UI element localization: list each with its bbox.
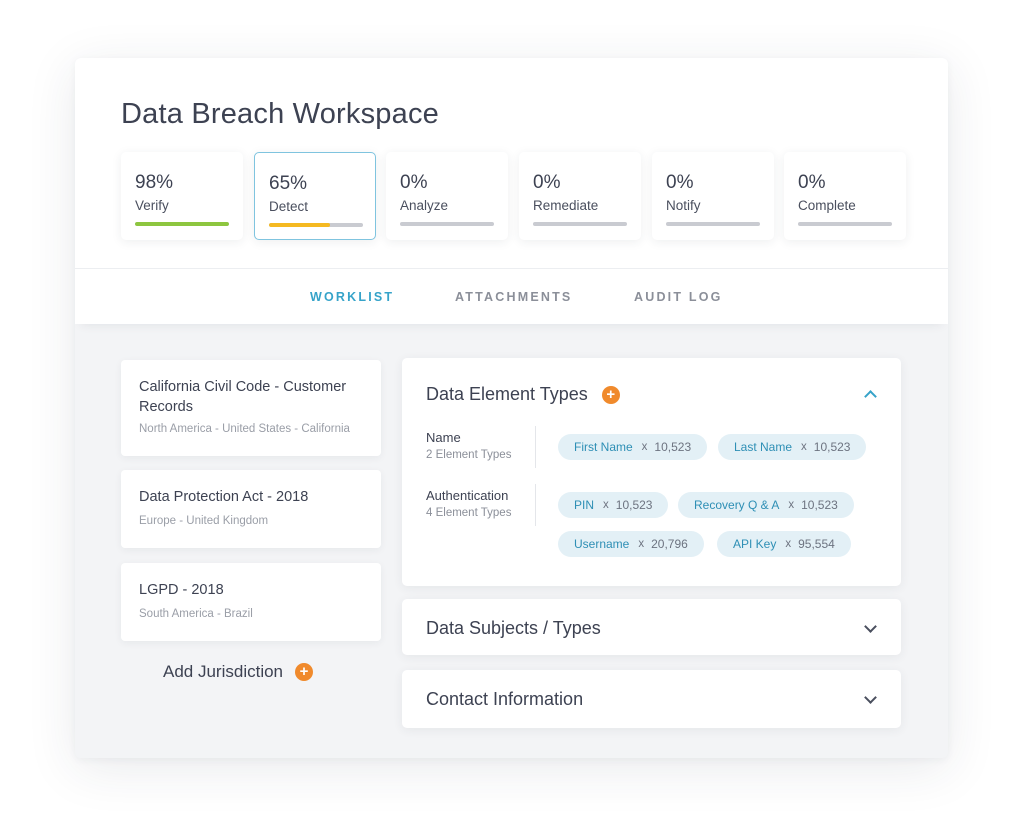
panel-title: Data Element Types bbox=[426, 384, 588, 404]
panel-header-data-element-types[interactable]: Data Element Types + bbox=[426, 384, 620, 405]
chip-count: 20,796 bbox=[651, 537, 688, 551]
chevron-up-icon[interactable] bbox=[864, 390, 877, 403]
contact-information-panel[interactable]: Contact Information bbox=[402, 670, 901, 728]
chip-separator: x bbox=[641, 441, 648, 453]
chip-separator: x bbox=[603, 499, 609, 511]
panel-title: Contact Information bbox=[426, 689, 584, 709]
stage-progress-fill bbox=[135, 222, 229, 226]
stage-progress-bar bbox=[135, 222, 229, 226]
data-element-types-panel: Data Element Types + Name 2 Element Type… bbox=[402, 358, 901, 586]
stage-label: Verify bbox=[135, 198, 169, 213]
element-group-count: 4 Element Types bbox=[426, 507, 512, 519]
chip-separator: x bbox=[785, 538, 792, 550]
chip-count: 95,554 bbox=[798, 537, 835, 551]
chip-separator: x bbox=[638, 538, 645, 550]
stage-label: Notify bbox=[666, 198, 701, 213]
jurisdiction-card-uk[interactable]: Data Protection Act - 2018 Europe - Unit… bbox=[121, 470, 381, 548]
stage-card-verify[interactable]: 98% Verify bbox=[121, 152, 243, 240]
jurisdiction-card-california[interactable]: California Civil Code - Customer Records… bbox=[121, 360, 381, 456]
stage-progress-bar bbox=[798, 222, 892, 226]
stage-progress-bar bbox=[400, 222, 494, 226]
stage-card-complete[interactable]: 0% Complete bbox=[784, 152, 906, 240]
tab-bar: WORKLIST ATTACHMENTS AUDIT LOG bbox=[75, 268, 948, 324]
jurisdiction-region: North America - United States - Californ… bbox=[139, 423, 350, 435]
chip-count: 10,523 bbox=[654, 440, 692, 454]
data-subjects-panel[interactable]: Data Subjects / Types bbox=[402, 599, 901, 655]
element-chip-recovery-qa[interactable]: Recovery Q & A x 10,523 bbox=[678, 492, 854, 518]
workspace-header: Data Breach Workspace 98% Verify 65% Det… bbox=[75, 58, 948, 268]
jurisdiction-region: South America - Brazil bbox=[139, 608, 253, 620]
chip-count: 10,523 bbox=[813, 440, 851, 454]
page-title: Data Breach Workspace bbox=[121, 98, 439, 130]
chip-label: First Name bbox=[574, 440, 633, 454]
jurisdiction-title: California Civil Code - Customer Records bbox=[139, 379, 347, 415]
element-chip-first-name[interactable]: First Name x 10,523 bbox=[558, 434, 708, 460]
chip-separator: x bbox=[788, 499, 795, 511]
add-jurisdiction-label: Add Jurisdiction bbox=[163, 662, 284, 681]
jurisdiction-card-brazil[interactable]: LGPD - 2018 South America - Brazil bbox=[121, 563, 381, 641]
stage-percent: 0% bbox=[400, 172, 428, 193]
stage-progress-bar bbox=[533, 222, 627, 226]
stage-card-analyze[interactable]: 0% Analyze bbox=[386, 152, 508, 240]
stage-card-notify[interactable]: 0% Notify bbox=[652, 152, 774, 240]
group-divider bbox=[535, 484, 536, 526]
element-chip-pin[interactable]: PIN x 10,523 bbox=[558, 492, 669, 518]
jurisdiction-region: Europe - United Kingdom bbox=[139, 515, 269, 527]
stage-label: Complete bbox=[798, 198, 856, 213]
stage-percent: 65% bbox=[269, 173, 308, 194]
stage-percent: 0% bbox=[798, 172, 826, 193]
tab-audit-log[interactable]: AUDIT LOG bbox=[634, 290, 723, 304]
element-group-name: Authentication bbox=[426, 488, 509, 503]
chip-label: Last Name bbox=[734, 440, 793, 454]
stage-label: Detect bbox=[269, 199, 309, 214]
stage-percent: 0% bbox=[666, 172, 694, 193]
stage-card-remediate[interactable]: 0% Remediate bbox=[519, 152, 641, 240]
add-element-type-plus-icon[interactable]: + bbox=[601, 385, 620, 404]
element-group-name: Name bbox=[426, 430, 461, 445]
workspace-window: Data Breach Workspace 98% Verify 65% Det… bbox=[75, 58, 948, 758]
stage-percent: 98% bbox=[135, 172, 174, 193]
jurisdiction-title: LGPD - 2018 bbox=[139, 582, 224, 598]
chevron-down-icon[interactable] bbox=[864, 691, 877, 704]
chevron-down-icon[interactable] bbox=[864, 620, 877, 633]
chip-label: Username bbox=[574, 537, 630, 551]
plus-icon: + bbox=[295, 663, 314, 681]
stage-card-detect[interactable]: 65% Detect bbox=[254, 152, 376, 240]
stage-progress-fill bbox=[269, 223, 331, 227]
chip-count: 10,523 bbox=[615, 498, 653, 512]
tab-worklist[interactable]: WORKLIST bbox=[310, 290, 394, 304]
element-chip-last-name[interactable]: Last Name x 10,523 bbox=[718, 434, 867, 460]
stage-percent: 0% bbox=[533, 172, 561, 193]
stage-label: Analyze bbox=[400, 198, 449, 213]
panel-title: Data Subjects / Types bbox=[426, 618, 601, 638]
element-chip-username[interactable]: Username x 20,796 bbox=[558, 531, 704, 557]
chip-label: PIN bbox=[574, 498, 595, 512]
stage-progress-bar bbox=[269, 223, 363, 227]
stage-label: Remediate bbox=[533, 198, 599, 213]
stage-progress-bar bbox=[666, 222, 760, 226]
chip-separator: x bbox=[801, 441, 807, 453]
chip-count: 10,523 bbox=[801, 498, 838, 512]
element-chip-api-key[interactable]: API Key x 95,554 bbox=[717, 531, 851, 557]
chip-label: API Key bbox=[733, 537, 777, 551]
jurisdiction-title: Data Protection Act - 2018 bbox=[139, 489, 309, 505]
chip-label: Recovery Q & A bbox=[694, 498, 780, 512]
element-group-count: 2 Element Types bbox=[426, 449, 512, 461]
group-divider bbox=[535, 426, 536, 468]
add-jurisdiction-button[interactable]: Add Jurisdiction + bbox=[163, 662, 314, 682]
tab-attachments[interactable]: ATTACHMENTS bbox=[455, 290, 572, 304]
